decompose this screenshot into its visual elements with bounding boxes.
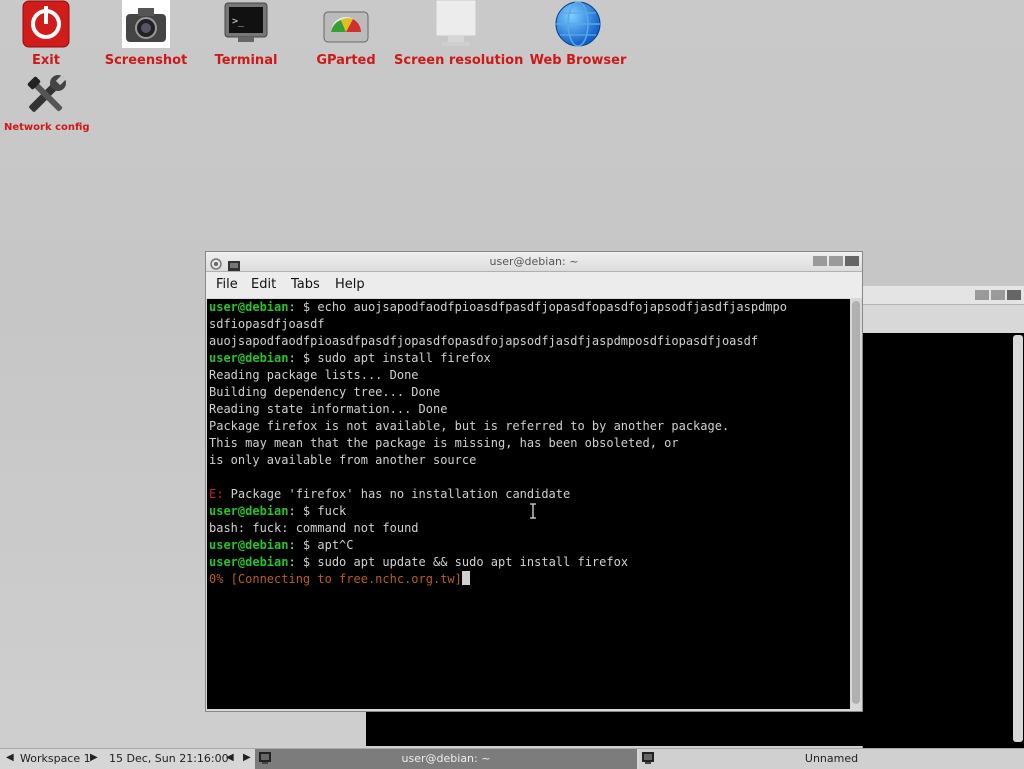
error-text: Package 'firefox' has no installation ca… (223, 487, 571, 501)
taskbar: ◀ Workspace 1 ▶ 15 Dec, Sun 21:16:00 ◀ ▶… (0, 748, 1024, 769)
maximize-button[interactable] (991, 290, 1005, 300)
terminal-line: auojsapodfaodfpioasdfpasdfjopasdfopasdfo… (209, 334, 759, 348)
desktop-icon-gparted[interactable]: GParted (306, 0, 386, 72)
window-title: user@debian: ~ (489, 255, 579, 268)
disk-icon (323, 8, 369, 44)
maximize-button[interactable] (829, 256, 843, 266)
terminal-line: user@debian: $ fuck (209, 503, 346, 520)
terminal-line: user@debian: $ apt^C (209, 537, 354, 554)
power-icon (22, 0, 70, 48)
prompt: user@debian (209, 300, 289, 314)
close-button[interactable] (1007, 290, 1021, 300)
globe-icon (554, 0, 602, 48)
terminal-line: E: Package 'firefox' has no installation… (209, 486, 570, 503)
terminal-line: user@debian: $ sudo apt install firefox (209, 350, 491, 367)
terminal-line: Building dependency tree... Done (209, 385, 441, 399)
prompt: user@debian (209, 555, 289, 569)
command-text: : $ apt^C (288, 538, 354, 552)
desktop-icon-label: Screen resolution (394, 53, 524, 68)
clock: 15 Dec, Sun 21:16:00 (109, 752, 229, 765)
desktop-icon-exit[interactable]: Exit (14, 0, 78, 72)
terminal-line: Reading state information... Done (209, 402, 448, 416)
desktop-icon-screenshot[interactable]: Screenshot (104, 0, 188, 72)
background-window[interactable] (862, 286, 1024, 748)
workspace-name[interactable]: Workspace 1 (20, 752, 91, 765)
monitor-icon (434, 0, 478, 48)
prompt: user@debian (209, 351, 289, 365)
scrollbar-thumb[interactable] (852, 301, 860, 704)
taskbar-task-unnamed[interactable]: Unnamed (639, 749, 1024, 769)
background-scrollbar[interactable] (1013, 335, 1023, 742)
command-text: : $ sudo apt install firefox (288, 351, 491, 365)
workspace-prev-icon[interactable]: ◀ (6, 752, 14, 763)
task-label: user@debian: ~ (401, 752, 491, 765)
terminal-icon: >_ (224, 2, 268, 44)
background-terminal[interactable] (863, 333, 1024, 748)
desktop-icon-label: GParted (316, 53, 376, 68)
background-window-titlebar[interactable] (863, 286, 1024, 305)
menu-bar: File Edit Tabs Help (206, 272, 862, 298)
terminal-line: Reading package lists... Done (209, 368, 419, 382)
scroll-left-icon[interactable]: ◀ (226, 752, 234, 763)
vertical-scrollbar[interactable] (850, 299, 862, 709)
close-button[interactable] (845, 256, 859, 266)
camera-icon (122, 0, 170, 48)
error-prefix: E: (209, 487, 224, 501)
terminal-line: sdfiopasdfjoasdf (209, 317, 325, 331)
terminal-line: user@debian: $ echo auojsapodfaodfpioasd… (209, 299, 787, 316)
desktop-icon-label: Exit (32, 53, 60, 68)
background-window-body (366, 712, 1006, 746)
desktop-icon-web-browser[interactable]: Web Browser (528, 0, 628, 72)
menu-file[interactable]: File (216, 277, 238, 292)
desktop-icon-label: Network config (4, 122, 90, 133)
taskbar-task-terminal[interactable]: user@debian: ~ (255, 749, 637, 769)
tools-icon (22, 72, 70, 118)
desktop-icon-terminal[interactable]: >_ Terminal (206, 0, 286, 72)
desktop-icon-network-config[interactable]: Network config (4, 72, 90, 136)
terminal-output[interactable]: user@debian: $ echo auojsapodfaodfpioasd… (207, 299, 850, 709)
prompt: user@debian (209, 538, 289, 552)
terminal-window[interactable]: user@debian: ~ File Edit Tabs Help user@… (205, 251, 863, 712)
minimize-button[interactable] (813, 256, 827, 266)
terminal-line: bash: fuck: command not found (209, 521, 419, 535)
menu-edit[interactable]: Edit (251, 277, 276, 292)
scroll-right-icon[interactable]: ▶ (243, 752, 251, 763)
terminal-line: 0% [Connecting to free.nchc.org.tw] (209, 571, 470, 588)
desktop-icon-label: Terminal (214, 53, 278, 68)
terminal-line: Package firefox is not available, but is… (209, 419, 730, 433)
command-text: : $ echo auojsapodfaodfpioasdfpasdfjopas… (288, 300, 787, 314)
window-titlebar[interactable]: user@debian: ~ (206, 252, 862, 272)
progress-text: 0% [Connecting to free.nchc.org.tw] (209, 572, 462, 586)
svg-text:>_: >_ (232, 16, 245, 27)
prompt: user@debian (209, 504, 289, 518)
desktop-icon-label: Web Browser (529, 53, 627, 68)
terminal-line: user@debian: $ sudo apt update && sudo a… (209, 554, 628, 571)
workspace-next-icon[interactable]: ▶ (90, 752, 98, 763)
text-cursor (461, 571, 470, 585)
terminal-line: is only available from another source (209, 453, 477, 467)
menu-help[interactable]: Help (335, 277, 365, 292)
desktop-icon-screen-resolution[interactable]: Screen resolution (394, 0, 524, 72)
command-text: : $ fuck (288, 504, 347, 518)
desktop-icon-label: Screenshot (104, 53, 188, 68)
ibeam-cursor-icon (529, 503, 537, 523)
command-text: : $ sudo apt update && sudo apt install … (288, 555, 629, 569)
minimize-button[interactable] (975, 290, 989, 300)
task-label: Unnamed (804, 752, 859, 765)
menu-tabs[interactable]: Tabs (291, 277, 320, 292)
terminal-line: This may mean that the package is missin… (209, 436, 679, 450)
